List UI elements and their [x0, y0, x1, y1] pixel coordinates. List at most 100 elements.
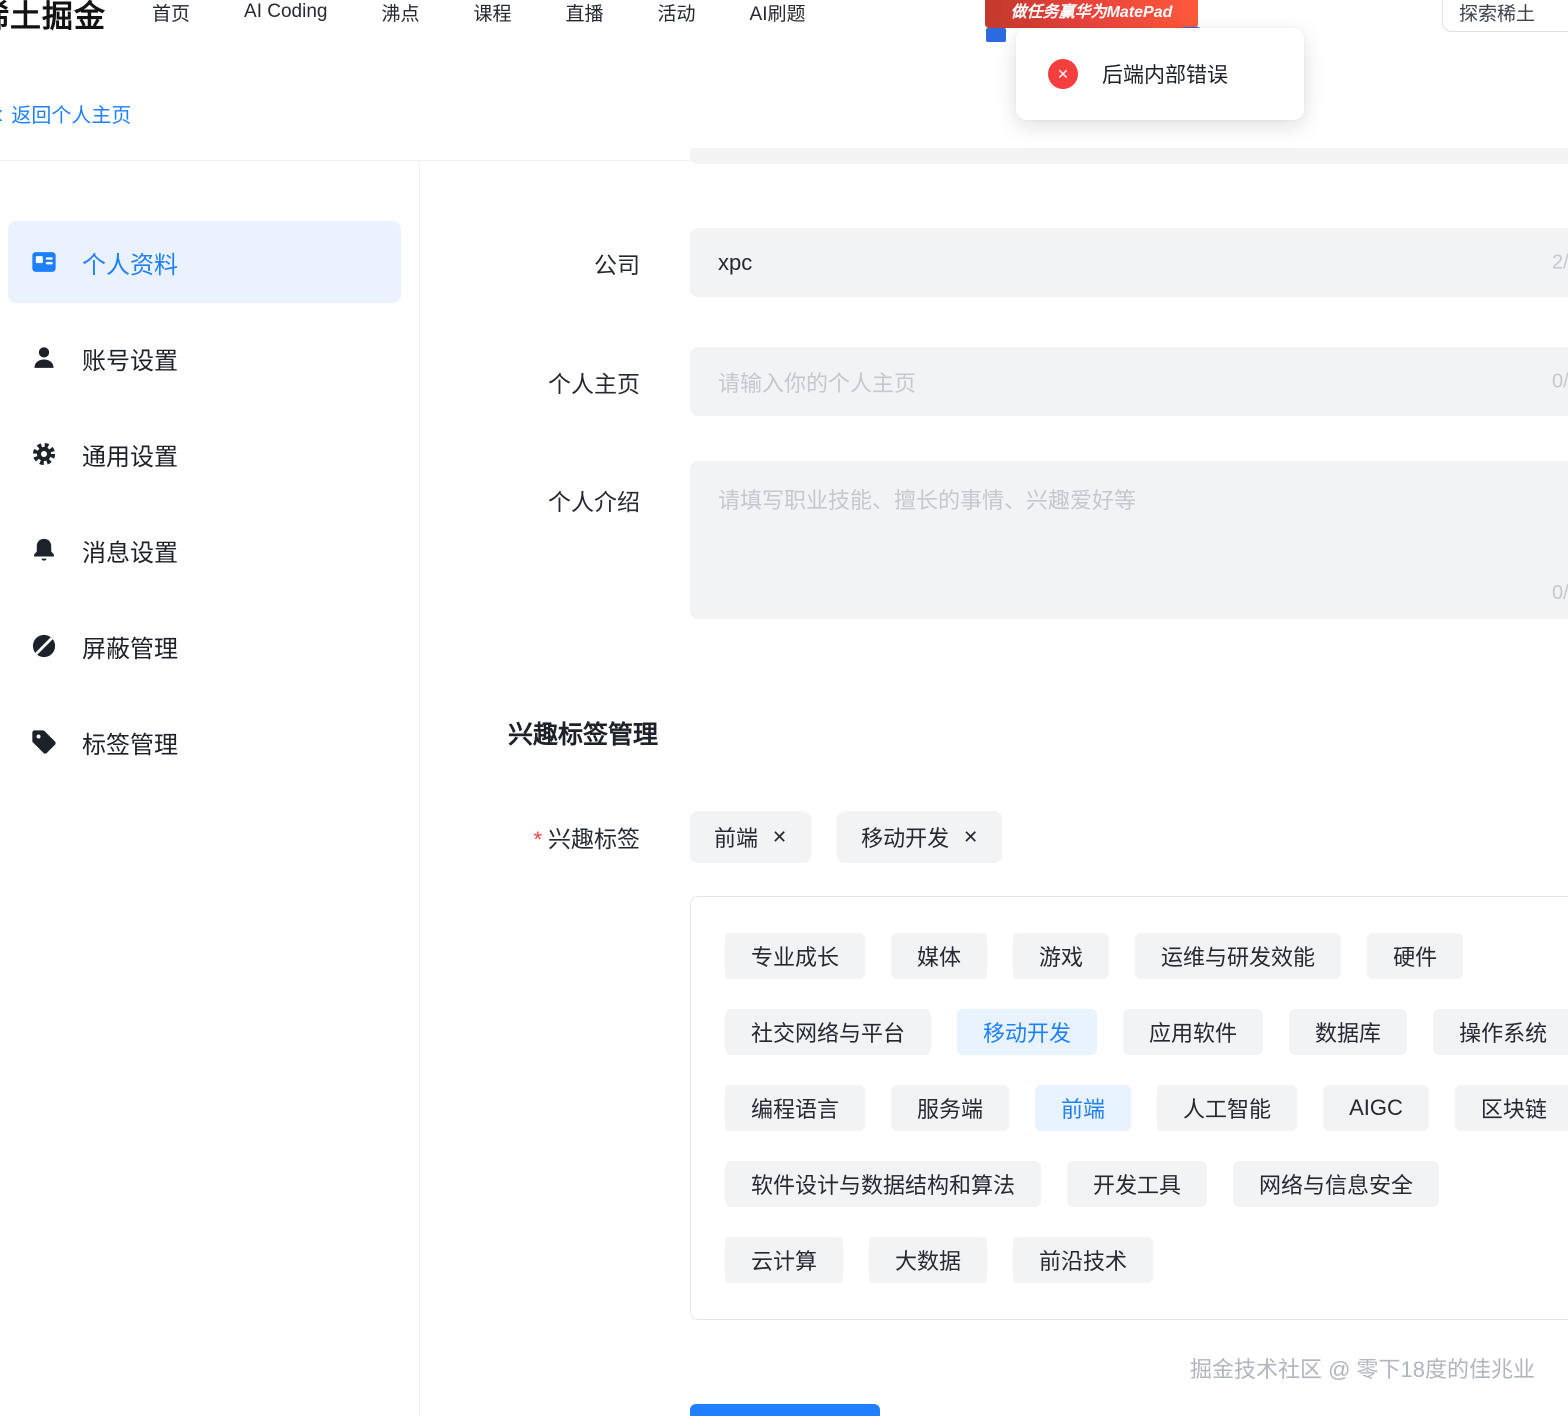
selected-tag-mobile-dev[interactable]: 移动开发 ✕: [837, 811, 1003, 863]
company-label: 公司: [594, 251, 640, 278]
interest-section-title: 兴趣标签管理: [508, 721, 659, 749]
main-nav: 首页 AI Coding 沸点 课程 直播 活动 AI刷题: [152, 0, 805, 29]
settings-page: 稀土掘金 首页 AI Coding 沸点 课程 直播 活动 AI刷题 做任务赢华…: [0, 0, 1568, 1416]
promo-banner-text: 做任务赢华为MatePad: [1010, 3, 1173, 21]
profile-form: 公司 xpc 2/ 个人主页 请输入你的个人主页 0/ 个人介绍 请填写职业技能…: [465, 148, 1568, 1320]
required-asterisk: *: [533, 827, 542, 852]
user-icon: [30, 344, 58, 372]
tag-option[interactable]: 人工智能: [1157, 1085, 1298, 1131]
settings-sidebar: 个人资料 账号设置 通用设置 消息设置 屏蔽管理 标签管理: [0, 161, 420, 1416]
tag-row: 编程语言 服务端 前端 人工智能 AIGC 区块链: [725, 1085, 1568, 1131]
sidebar-item-label: 标签管理: [82, 731, 178, 759]
search-box[interactable]: 探索稀土: [1442, 0, 1568, 32]
tag-option[interactable]: 运维与研发效能: [1135, 933, 1342, 979]
tag-option[interactable]: 编程语言: [725, 1085, 866, 1131]
nav-item-events[interactable]: 活动: [658, 0, 696, 26]
homepage-label: 个人主页: [548, 370, 640, 397]
tag-row: 云计算 大数据 前沿技术: [725, 1237, 1568, 1283]
back-row: ‹ 返回个人主页: [0, 99, 131, 128]
tag-option[interactable]: 开发工具: [1067, 1161, 1208, 1207]
tag-option[interactable]: AIGC: [1323, 1085, 1429, 1131]
tag-icon: [30, 728, 58, 756]
tag-option-selected[interactable]: 前端: [1035, 1085, 1132, 1131]
tag-option[interactable]: 网络与信息安全: [1233, 1161, 1440, 1207]
company-row: 公司 xpc 2/: [465, 228, 1568, 297]
tag-option[interactable]: 数据库: [1289, 1009, 1408, 1055]
tag-option[interactable]: 社交网络与平台: [725, 1009, 932, 1055]
company-char-counter: 2/: [1552, 251, 1568, 273]
intro-label: 个人介绍: [548, 489, 640, 515]
watermark: 掘金技术社区 @ 零下18度的佳兆业: [1189, 1357, 1535, 1382]
homepage-placeholder: 请输入你的个人主页: [718, 370, 917, 396]
intro-textarea[interactable]: 请填写职业技能、擅长的事情、兴趣爱好等 0/: [690, 461, 1568, 619]
sidebar-item-general[interactable]: 通用设置: [8, 413, 401, 495]
selected-tag-label: 前端: [714, 826, 759, 851]
tag-option[interactable]: 区块链: [1454, 1085, 1568, 1131]
homepage-row: 个人主页 请输入你的个人主页 0/: [465, 347, 1568, 416]
block-icon: [30, 632, 58, 660]
tag-option[interactable]: 媒体: [891, 933, 988, 979]
bell-icon: [30, 536, 58, 564]
intro-placeholder: 请填写职业技能、擅长的事情、兴趣爱好等: [718, 488, 1137, 513]
tag-option[interactable]: 前沿技术: [1013, 1237, 1154, 1283]
error-x-icon: ✕: [1048, 59, 1078, 89]
selected-tag-frontend[interactable]: 前端 ✕: [690, 811, 812, 863]
back-link-label: 返回个人主页: [11, 105, 132, 127]
back-to-profile-link[interactable]: ‹ 返回个人主页: [0, 99, 131, 128]
tag-row: 软件设计与数据结构和算法 开发工具 网络与信息安全: [725, 1161, 1568, 1207]
remove-tag-icon[interactable]: ✕: [963, 827, 978, 848]
promo-accent-left: [986, 28, 1006, 42]
sidebar-item-label: 屏蔽管理: [82, 635, 178, 663]
sidebar-item-label: 消息设置: [82, 539, 178, 567]
company-input[interactable]: xpc 2/: [690, 228, 1568, 297]
sidebar-item-tags[interactable]: 标签管理: [8, 701, 401, 783]
back-arrow-icon: ‹: [0, 99, 3, 127]
selected-tag-label: 移动开发: [861, 826, 950, 851]
tag-row: 专业成长 媒体 游戏 运维与研发效能 硬件: [725, 933, 1568, 979]
tag-option[interactable]: 大数据: [869, 1237, 988, 1283]
tag-option[interactable]: 游戏: [1013, 933, 1110, 979]
error-toast: ✕ 后端内部错误: [1016, 28, 1304, 120]
interest-tags-row: * 兴趣标签 前端 ✕ 移动开发 ✕: [465, 811, 1568, 863]
gear-icon: [30, 440, 58, 468]
interest-tags-label: * 兴趣标签: [465, 820, 640, 854]
search-text: 探索稀土: [1459, 4, 1536, 25]
save-button[interactable]: [690, 1404, 880, 1416]
tag-option[interactable]: 软件设计与数据结构和算法: [725, 1161, 1042, 1207]
nav-item-home[interactable]: 首页: [152, 0, 190, 26]
nav-item-pins[interactable]: 沸点: [381, 0, 419, 26]
tag-options-panel: 专业成长 媒体 游戏 运维与研发效能 硬件 社交网络与平台 移动开发 应用软件 …: [690, 896, 1568, 1320]
tag-option[interactable]: 服务端: [891, 1085, 1010, 1131]
sidebar-item-label: 通用设置: [82, 443, 178, 471]
sidebar-item-profile[interactable]: 个人资料: [8, 221, 401, 303]
id-card-icon: [30, 248, 58, 276]
selected-tags: 前端 ✕ 移动开发 ✕: [690, 811, 1003, 863]
top-navigation: 稀土掘金 首页 AI Coding 沸点 课程 直播 活动 AI刷题 做任务赢华…: [0, 0, 1568, 42]
tag-option[interactable]: 硬件: [1367, 933, 1464, 979]
nav-item-ai-quiz[interactable]: AI刷题: [750, 0, 806, 26]
company-value: xpc: [718, 249, 753, 275]
intro-char-counter: 0/: [1552, 582, 1568, 604]
input-partial-top[interactable]: [690, 148, 1568, 164]
sidebar-item-account[interactable]: 账号设置: [8, 317, 401, 399]
remove-tag-icon[interactable]: ✕: [772, 827, 787, 848]
juejin-logo[interactable]: 稀土掘金: [0, 0, 106, 36]
interest-tags-label-text: 兴趣标签: [548, 826, 640, 852]
tag-option-selected[interactable]: 移动开发: [957, 1009, 1098, 1055]
promo-banner[interactable]: 做任务赢华为MatePad: [985, 0, 1198, 28]
sidebar-item-label: 个人资料: [82, 251, 178, 279]
nav-item-courses[interactable]: 课程: [473, 0, 511, 26]
nav-item-ai-coding[interactable]: AI Coding: [244, 1, 327, 23]
tag-option[interactable]: 云计算: [725, 1237, 844, 1283]
tag-option[interactable]: 操作系统: [1433, 1009, 1568, 1055]
tag-row: 社交网络与平台 移动开发 应用软件 数据库 操作系统: [725, 1009, 1568, 1055]
toast-message: 后端内部错误: [1102, 64, 1228, 87]
homepage-char-counter: 0/: [1552, 370, 1568, 392]
homepage-input[interactable]: 请输入你的个人主页 0/: [690, 347, 1568, 416]
nav-item-live[interactable]: 直播: [566, 0, 604, 26]
intro-row: 个人介绍 请填写职业技能、擅长的事情、兴趣爱好等 0/: [465, 461, 1568, 619]
sidebar-item-message[interactable]: 消息设置: [8, 509, 401, 591]
tag-option[interactable]: 专业成长: [725, 933, 866, 979]
tag-option[interactable]: 应用软件: [1123, 1009, 1264, 1055]
sidebar-item-block[interactable]: 屏蔽管理: [8, 605, 401, 687]
